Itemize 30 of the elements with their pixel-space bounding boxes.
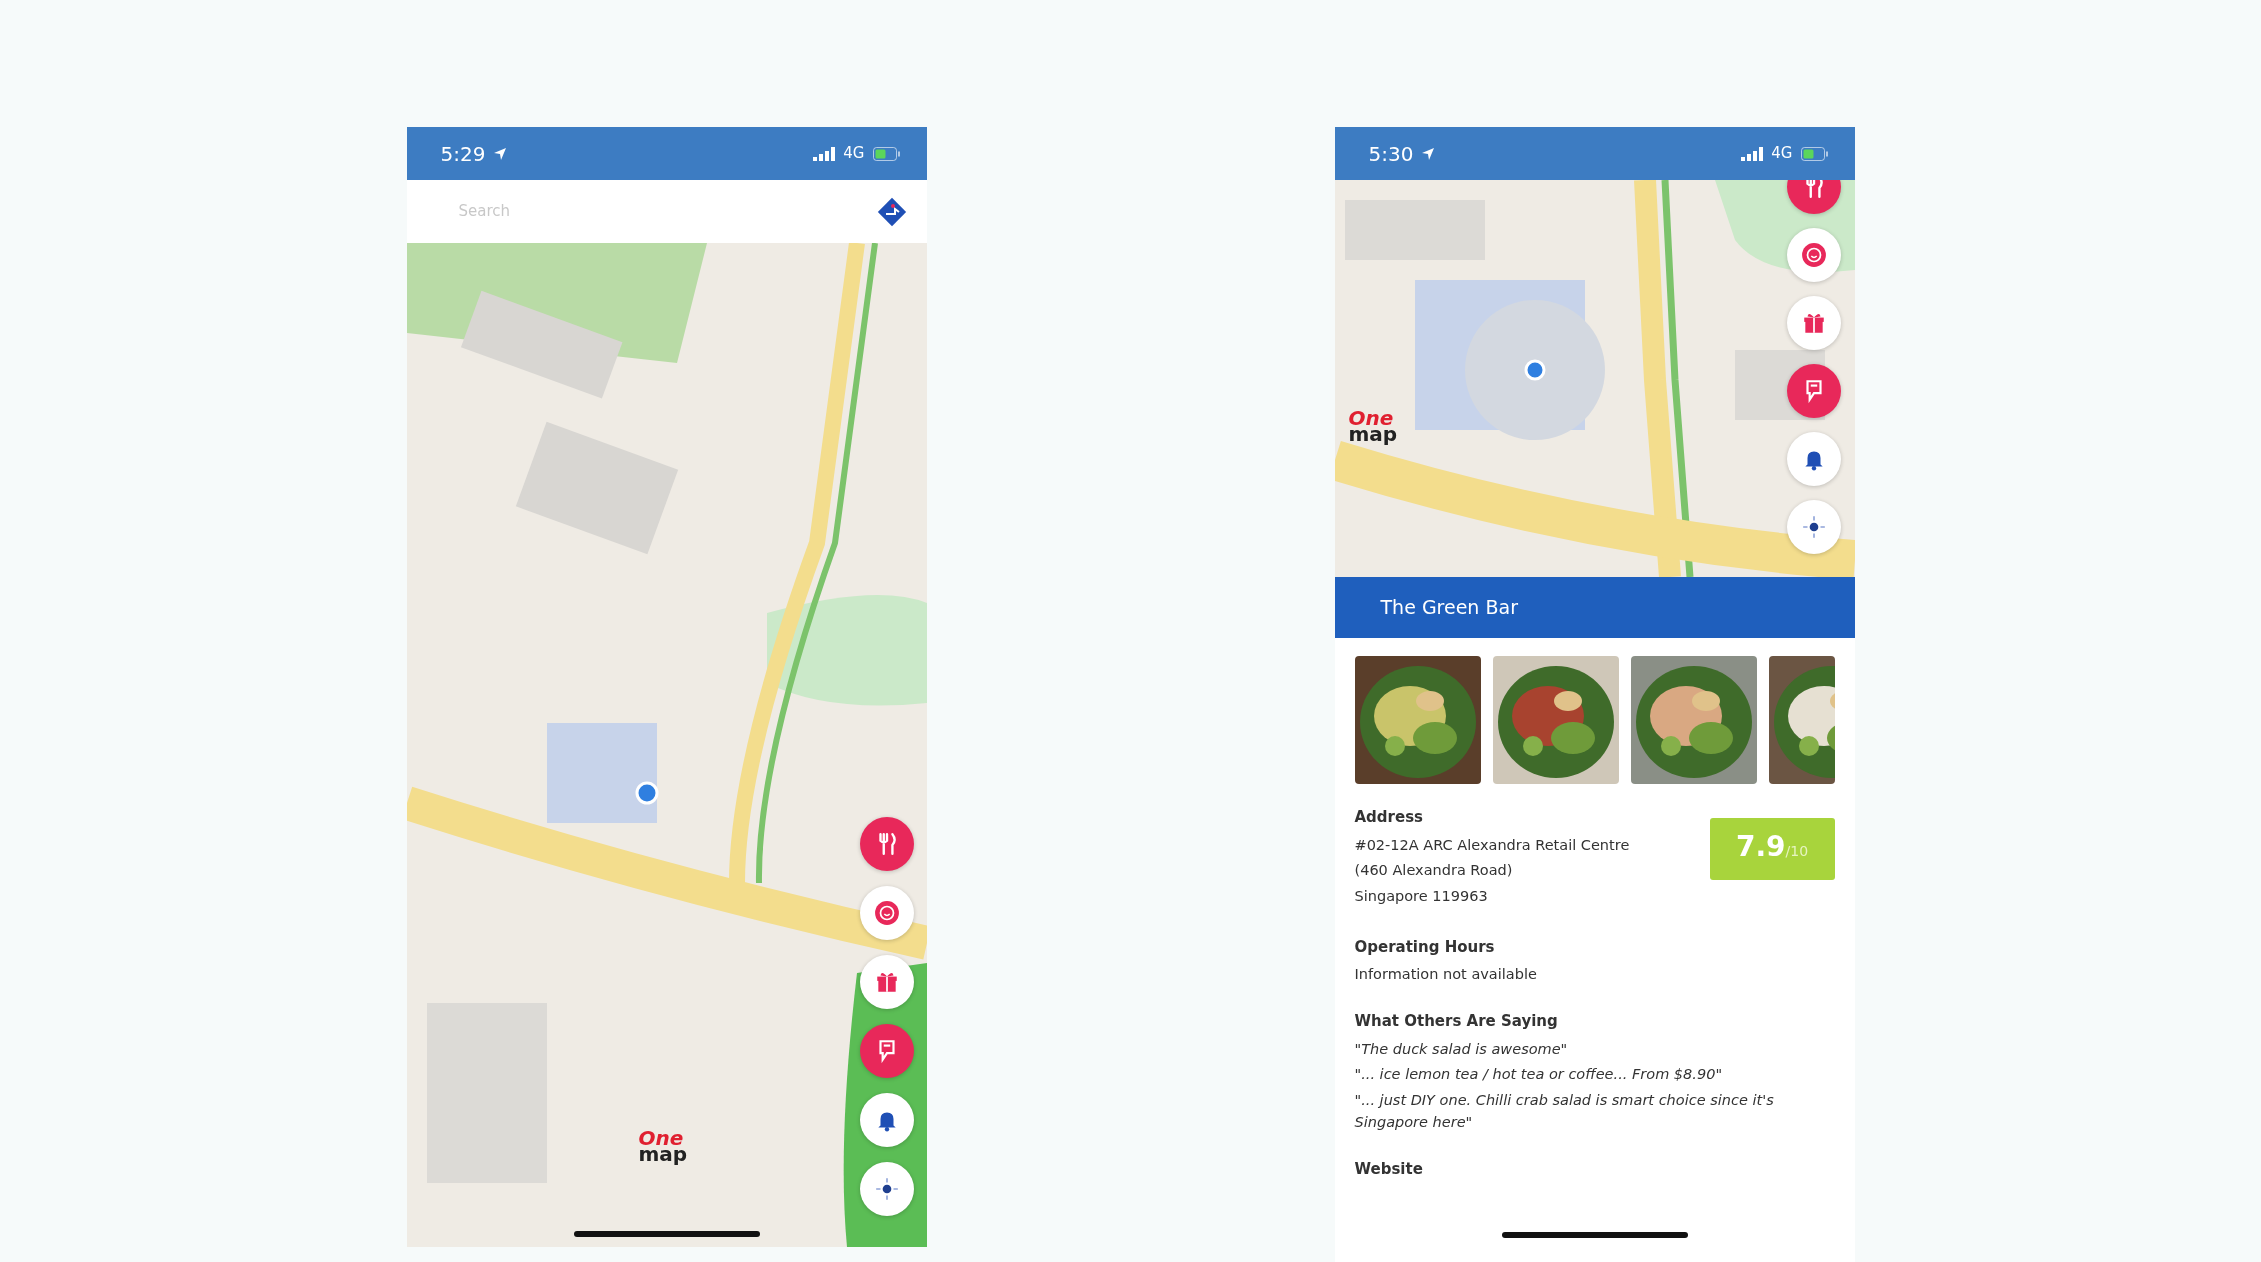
info-text: Information not available bbox=[1354, 965, 1538, 985]
status-time: 5:30 bbox=[1368, 140, 1414, 168]
address-line: Singapore 119963 bbox=[1354, 887, 1489, 906]
status-time: 5:29 bbox=[440, 140, 486, 168]
signal-icon bbox=[813, 146, 836, 161]
signal-icon bbox=[1741, 146, 1764, 161]
locate-icon bbox=[1800, 514, 1827, 540]
review-quote: "... just DIY one. Chilli crab salad is smart choice since it's Singapore here" bbox=[1354, 1091, 1775, 1132]
network-label: 4G bbox=[843, 143, 865, 165]
section-heading: What Others Are Saying bbox=[1354, 1011, 1559, 1032]
section-heading: Website bbox=[1354, 1158, 1424, 1180]
rating-scale: /10 bbox=[1785, 843, 1809, 861]
locate-icon bbox=[873, 1176, 900, 1202]
location-arrow-icon bbox=[493, 146, 508, 161]
review-quote: "... ice lemon tea / hot tea or coffee... From $8.90" bbox=[1354, 1065, 1724, 1085]
address-line: #02-12A ARC Alexandra Retail Centre bbox=[1354, 835, 1630, 855]
logo-text: One bbox=[1348, 410, 1395, 426]
review-quote: "The duck salad is awesome" bbox=[1354, 1039, 1569, 1059]
address-line: (460 Alexandra Road) bbox=[1354, 861, 1514, 881]
smiley-icon bbox=[1800, 242, 1827, 268]
section-heading: Operating Hours bbox=[1354, 936, 1496, 958]
smiley-icon bbox=[873, 900, 900, 926]
location-arrow-icon bbox=[1421, 146, 1436, 161]
network-label: 4G bbox=[1771, 143, 1793, 165]
battery-icon bbox=[1800, 146, 1829, 161]
section-heading: Address bbox=[1354, 807, 1424, 828]
rating-score: 7.9 bbox=[1735, 829, 1786, 865]
logo-text: One bbox=[638, 1130, 685, 1146]
battery-icon bbox=[872, 146, 901, 161]
place-title: The Green Bar bbox=[1380, 595, 1518, 621]
